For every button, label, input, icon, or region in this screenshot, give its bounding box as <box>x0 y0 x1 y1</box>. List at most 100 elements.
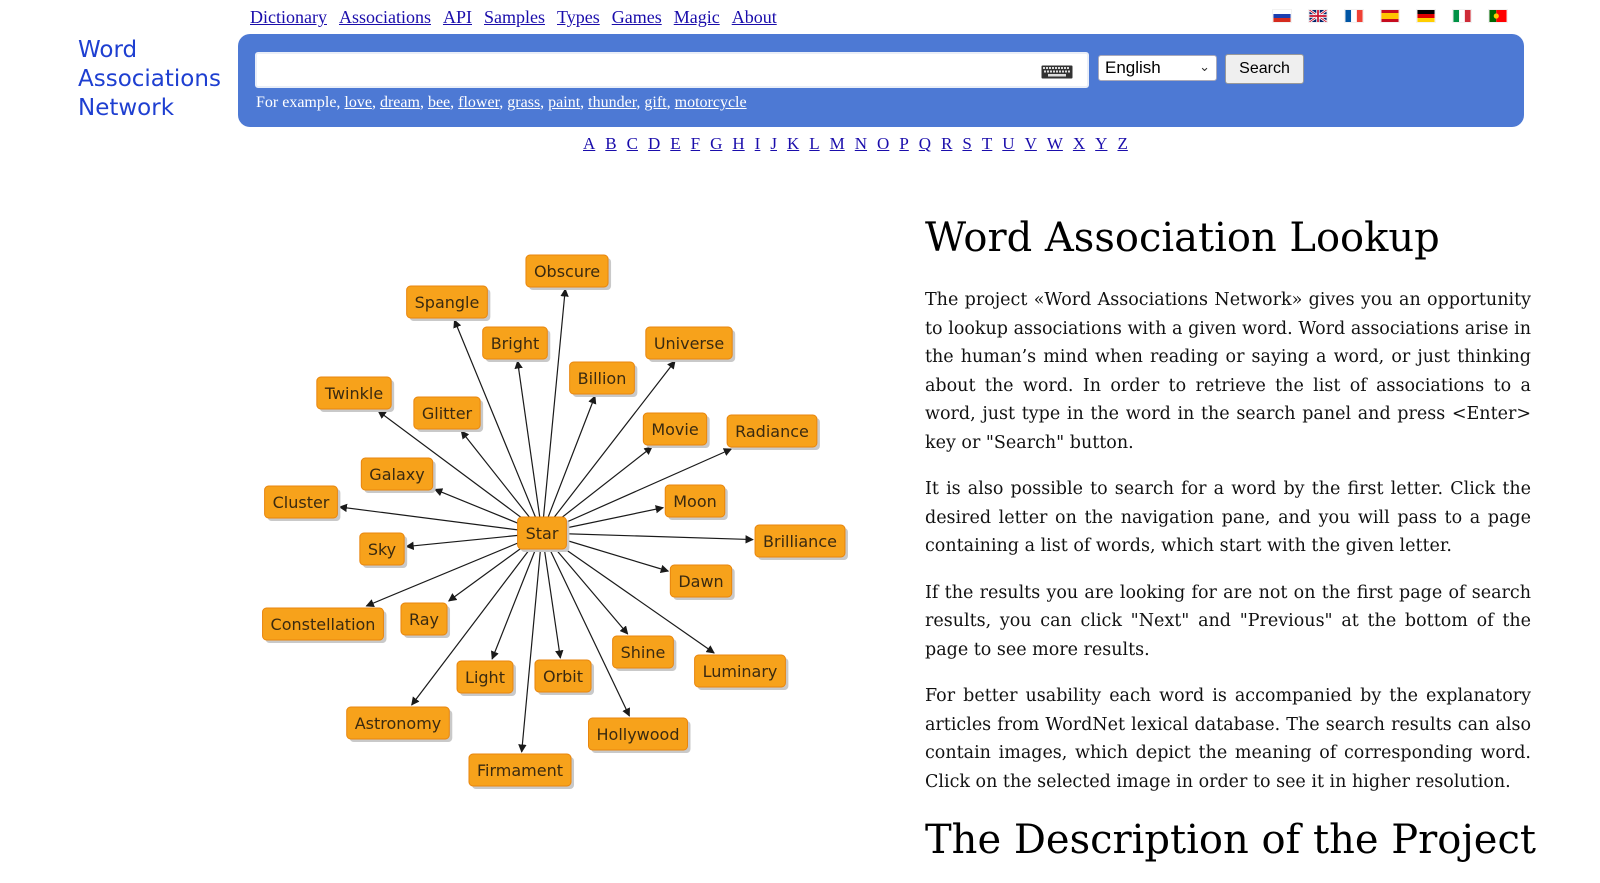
graph-node-twinkle[interactable]: Twinkle <box>316 376 395 412</box>
letter-link-y[interactable]: Y <box>1095 134 1107 154</box>
graph-node-label: Glitter <box>422 404 473 423</box>
letter-link-k[interactable]: K <box>787 134 799 154</box>
graph-node-label: Hollywood <box>597 725 680 744</box>
article: Word Association Lookup The project «Wor… <box>925 212 1536 866</box>
graph-edge-brilliance <box>541 532 754 544</box>
example-link-bee[interactable]: bee <box>428 94 450 111</box>
graph-node-movie[interactable]: Movie <box>642 412 710 448</box>
letter-link-f[interactable]: F <box>691 134 700 154</box>
example-link-flower[interactable]: flower <box>458 94 499 111</box>
graph-node-cluster[interactable]: Cluster <box>264 485 341 521</box>
language-select-value: English <box>1105 58 1161 77</box>
graph-node-universe[interactable]: Universe <box>645 326 736 362</box>
keyboard-icon[interactable] <box>1041 65 1073 79</box>
graph-node-galaxy[interactable]: Galaxy <box>360 457 436 493</box>
nav-link-samples[interactable]: Samples <box>484 7 545 29</box>
graph-node-firmament[interactable]: Firmament <box>468 753 575 789</box>
letter-link-u[interactable]: U <box>1002 134 1014 154</box>
russia-flag-icon[interactable] <box>1272 9 1292 23</box>
letter-link-r[interactable]: R <box>941 134 952 154</box>
example-link-paint[interactable]: paint <box>548 94 580 111</box>
graph-node-spangle[interactable]: Spangle <box>406 285 491 321</box>
graph-node-label: Light <box>465 668 505 687</box>
letter-link-d[interactable]: D <box>648 134 660 154</box>
letter-link-w[interactable]: W <box>1047 134 1063 154</box>
letter-link-p[interactable]: P <box>899 134 908 154</box>
graph-node-brilliance[interactable]: Brilliance <box>754 524 848 560</box>
letter-link-x[interactable]: X <box>1073 134 1085 154</box>
graph-node-hollywood[interactable]: Hollywood <box>588 717 691 753</box>
graph-node-label: Billion <box>578 369 627 388</box>
graph-node-sky[interactable]: Sky <box>359 532 408 568</box>
letter-link-t[interactable]: T <box>982 134 992 154</box>
nav-link-types[interactable]: Types <box>557 7 600 29</box>
example-link-love[interactable]: love <box>344 94 372 111</box>
letter-link-h[interactable]: H <box>732 134 744 154</box>
search-examples: For example, love, dream, bee, flower, g… <box>256 94 747 111</box>
language-select[interactable]: English ⌄ <box>1098 55 1217 81</box>
graph-node-ray[interactable]: Ray <box>400 602 451 638</box>
graph-node-label: Moon <box>673 492 717 511</box>
letter-link-l[interactable]: L <box>809 134 819 154</box>
graph-node-moon[interactable]: Moon <box>664 484 728 520</box>
example-link-motorcycle[interactable]: motorcycle <box>675 94 747 111</box>
letter-link-n[interactable]: N <box>855 134 867 154</box>
search-input[interactable] <box>255 52 1089 88</box>
letter-link-m[interactable]: M <box>830 134 845 154</box>
graph-nodes: Star Obscure Spangle Bright Universe Billion T… <box>262 254 848 789</box>
letter-link-i[interactable]: I <box>755 134 761 154</box>
graph-node-bright[interactable]: Bright <box>482 326 551 362</box>
nav-link-games[interactable]: Games <box>612 7 662 29</box>
germany-flag-icon[interactable] <box>1416 9 1436 23</box>
graph-node-label: Radiance <box>735 422 809 441</box>
graph-node-orbit[interactable]: Orbit <box>534 659 595 695</box>
graph-node-glitter[interactable]: Glitter <box>413 396 484 432</box>
graph-node-billion[interactable]: Billion <box>569 361 638 397</box>
graph-node-light[interactable]: Light <box>456 660 516 696</box>
graph-node-label: Bright <box>491 334 540 353</box>
letter-link-b[interactable]: B <box>605 134 616 154</box>
graph-node-shine[interactable]: Shine <box>612 635 677 671</box>
letter-link-g[interactable]: G <box>710 134 722 154</box>
letter-link-v[interactable]: V <box>1025 134 1037 154</box>
example-link-grass[interactable]: grass <box>507 94 540 111</box>
nav-link-dictionary[interactable]: Dictionary <box>250 7 327 29</box>
nav-link-associations[interactable]: Associations <box>339 7 431 29</box>
graph-node-label: Obscure <box>534 262 600 281</box>
nav-link-magic[interactable]: Magic <box>674 7 720 29</box>
nav-link-api[interactable]: API <box>443 7 472 29</box>
graph-node-astronomy[interactable]: Astronomy <box>346 706 453 742</box>
graph-node-label: Shine <box>621 643 666 662</box>
letter-link-q[interactable]: Q <box>919 134 931 154</box>
italy-flag-icon[interactable] <box>1452 9 1472 23</box>
letter-link-s[interactable]: S <box>962 134 971 154</box>
logo-line-1: Word <box>78 37 138 63</box>
top-nav: Dictionary Associations API Samples Type… <box>250 7 789 29</box>
uk-flag-icon[interactable] <box>1308 9 1328 23</box>
letter-link-j[interactable]: J <box>770 134 777 154</box>
portugal-flag-icon[interactable] <box>1488 9 1508 23</box>
france-flag-icon[interactable] <box>1344 9 1364 23</box>
site-logo[interactable]: Word Associations Network <box>78 36 238 123</box>
nav-link-about[interactable]: About <box>732 7 777 29</box>
graph-node-dawn[interactable]: Dawn <box>669 564 735 600</box>
article-paragraph: If the results you are looking for are n… <box>925 582 1531 660</box>
logo-line-3: Network <box>78 95 175 121</box>
letter-link-o[interactable]: O <box>877 134 889 154</box>
example-link-gift[interactable]: gift <box>644 94 666 111</box>
association-graph: Star Obscure Spangle Bright Universe Billion T… <box>262 254 848 789</box>
letter-link-z[interactable]: Z <box>1117 134 1127 154</box>
spain-flag-icon[interactable] <box>1380 9 1400 23</box>
letter-link-e[interactable]: E <box>670 134 680 154</box>
graph-node-constellation[interactable]: Constellation <box>262 607 387 643</box>
graph-node-radiance[interactable]: Radiance <box>726 414 820 450</box>
chevron-down-icon: ⌄ <box>1199 59 1210 74</box>
example-link-dream[interactable]: dream <box>380 94 420 111</box>
graph-node-star[interactable]: Star <box>517 516 570 552</box>
example-link-thunder[interactable]: thunder <box>588 94 636 111</box>
graph-node-luminary[interactable]: Luminary <box>694 654 789 690</box>
letter-link-c[interactable]: C <box>627 134 638 154</box>
search-button[interactable]: Search <box>1225 54 1304 84</box>
graph-node-obscure[interactable]: Obscure <box>525 254 612 290</box>
letter-link-a[interactable]: A <box>583 134 595 154</box>
